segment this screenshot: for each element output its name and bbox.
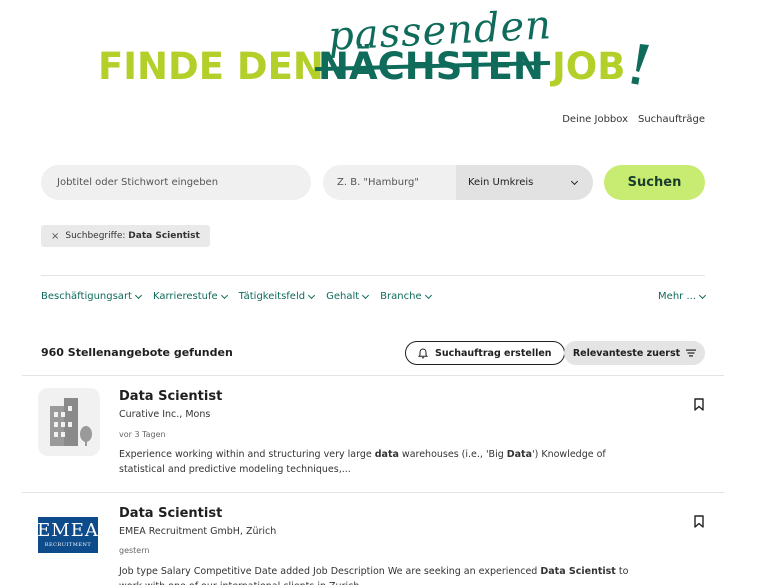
logo-text: EMEA — [37, 520, 99, 541]
create-alert-label: Suchauftrag erstellen — [435, 347, 552, 359]
job-description: Experience working within and structurin… — [119, 449, 606, 475]
radius-select[interactable]: Kein Umkreis — [456, 165, 593, 200]
filter-label: Branche — [380, 291, 422, 302]
saved-searches-link[interactable]: Suchaufträge — [638, 114, 705, 125]
close-icon[interactable]: × — [51, 231, 59, 242]
chevron-down-icon — [424, 291, 432, 299]
chevron-down-icon — [362, 291, 370, 299]
bookmark-icon[interactable] — [694, 398, 704, 411]
logo-subtext: RECRUITMENT — [44, 542, 92, 548]
chip-value: Data Scientist — [128, 231, 200, 241]
hero-text-end: JOB — [552, 45, 626, 88]
filter-bar: Beschäftigungsart Karrierestufe Tätigkei… — [41, 291, 707, 302]
company-logo-placeholder-icon — [38, 388, 100, 456]
chevron-down-icon — [134, 291, 143, 299]
filter-field[interactable]: Tätigkeitsfeld — [238, 291, 316, 302]
job-list-item[interactable]: EMEA RECRUITMENT Data Scientist EMEA Rec… — [22, 492, 724, 585]
filter-label: Gehalt — [326, 291, 360, 302]
chevron-down-icon — [220, 291, 228, 299]
bell-icon — [418, 347, 428, 358]
job-date: vor 3 Tagen — [119, 430, 166, 439]
chip-prefix: Suchbegriffe: — [65, 231, 126, 241]
chevron-down-icon — [570, 177, 579, 185]
filter-employment-type[interactable]: Beschäftigungsart — [41, 291, 143, 302]
company-logo: EMEA RECRUITMENT — [37, 517, 99, 553]
location-input[interactable]: Z. B. "Hamburg" — [323, 165, 456, 200]
filter-salary[interactable]: Gehalt — [326, 291, 370, 302]
filter-label: Beschäftigungsart — [41, 291, 132, 302]
filter-more[interactable]: Mehr ... — [658, 291, 707, 302]
filter-label: Karrierestufe — [152, 291, 218, 302]
exclamation-icon — [631, 44, 649, 85]
create-alert-button[interactable]: Suchauftrag erstellen — [405, 341, 565, 365]
chevron-down-icon — [308, 291, 316, 299]
keyword-input[interactable]: Jobtitel oder Stichwort eingeben — [41, 165, 311, 200]
filter-industry[interactable]: Branche — [380, 291, 432, 302]
sort-icon — [686, 349, 697, 357]
search-term-chip[interactable]: × Suchbegriffe: Data Scientist — [41, 225, 210, 247]
sort-button[interactable]: Relevanteste zuerst — [564, 341, 705, 365]
bookmark-icon[interactable] — [694, 515, 704, 528]
filter-label: Mehr ... — [658, 291, 696, 302]
job-title[interactable]: Data Scientist — [119, 389, 222, 404]
location-group: Z. B. "Hamburg" Kein Umkreis — [323, 165, 593, 200]
jobbox-link[interactable]: Deine Jobbox — [562, 114, 628, 125]
filter-career-level[interactable]: Karrierestufe — [152, 291, 228, 302]
search-button[interactable]: Suchen — [604, 165, 705, 200]
top-links: Deine Jobbox Suchaufträge — [562, 114, 705, 125]
hero-banner: FINDE DEN NÄCHSTEN passenden JOB — [0, 0, 760, 110]
results-count: 960 Stellenangebote gefunden — [41, 346, 233, 359]
job-company: EMEA Recruitment GmbH, Zürich — [119, 526, 277, 537]
job-description: Job type Salary Competitive Date added J… — [119, 566, 629, 585]
job-list-item[interactable]: Data Scientist Curative Inc., Mons vor 3… — [22, 375, 724, 492]
search-bar: Jobtitel oder Stichwort eingeben Z. B. "… — [41, 165, 705, 200]
chevron-down-icon — [698, 291, 707, 299]
divider — [41, 275, 705, 276]
job-company: Curative Inc., Mons — [119, 409, 211, 420]
job-date: gestern — [119, 546, 150, 555]
hero-text-start: FINDE DEN — [98, 45, 324, 88]
filter-label: Tätigkeitsfeld — [238, 291, 306, 302]
sort-label: Relevanteste zuerst — [572, 347, 681, 359]
job-title[interactable]: Data Scientist — [119, 506, 222, 521]
radius-value: Kein Umkreis — [468, 177, 534, 188]
